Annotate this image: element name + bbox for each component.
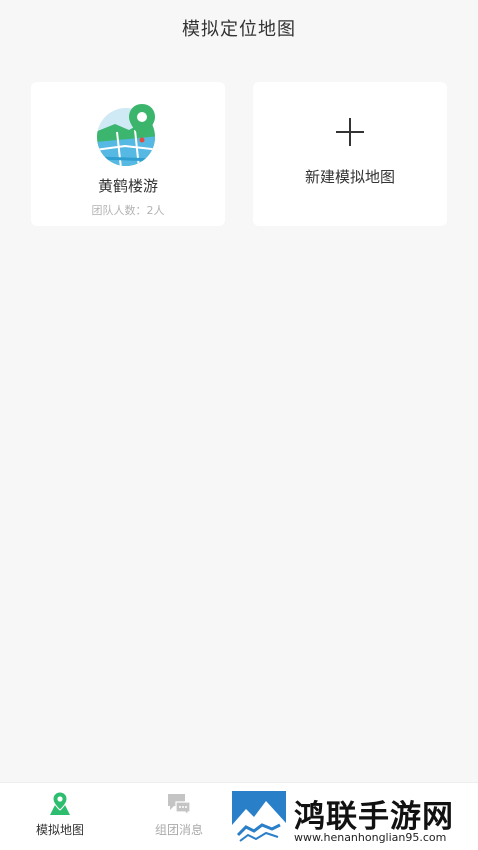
map-thumbnail-icon	[95, 102, 161, 168]
page-title: 模拟定位地图	[182, 19, 296, 40]
map-card-huanghelou[interactable]: 黄鹤楼游 团队人数：2人	[31, 82, 225, 226]
plus-icon	[334, 116, 366, 148]
new-map-label: 新建模拟地图	[304, 168, 395, 186]
new-map-button[interactable]: 新建模拟地图	[253, 82, 447, 226]
tab-simulated-map[interactable]: 模拟地图	[10, 791, 110, 845]
site-watermark: 鸿联手游网 www.henanhonglian95.com	[232, 791, 478, 850]
map-name: 黄鹤楼游	[97, 177, 158, 195]
tab-label: 模拟地图	[35, 823, 84, 837]
tab-label: 组团消息	[154, 823, 203, 837]
map-pin-icon	[50, 791, 70, 815]
chat-icon	[168, 794, 191, 817]
tab-group-messages[interactable]: 组团消息	[129, 791, 229, 845]
watermark-logo-icon	[232, 791, 286, 845]
top-header: 模拟定位地图	[0, 0, 478, 56]
watermark-url: www.henanhonglian95.com	[294, 831, 447, 844]
watermark-text: 鸿联手游网	[294, 799, 454, 835]
team-count: 团队人数：2人	[91, 204, 165, 217]
